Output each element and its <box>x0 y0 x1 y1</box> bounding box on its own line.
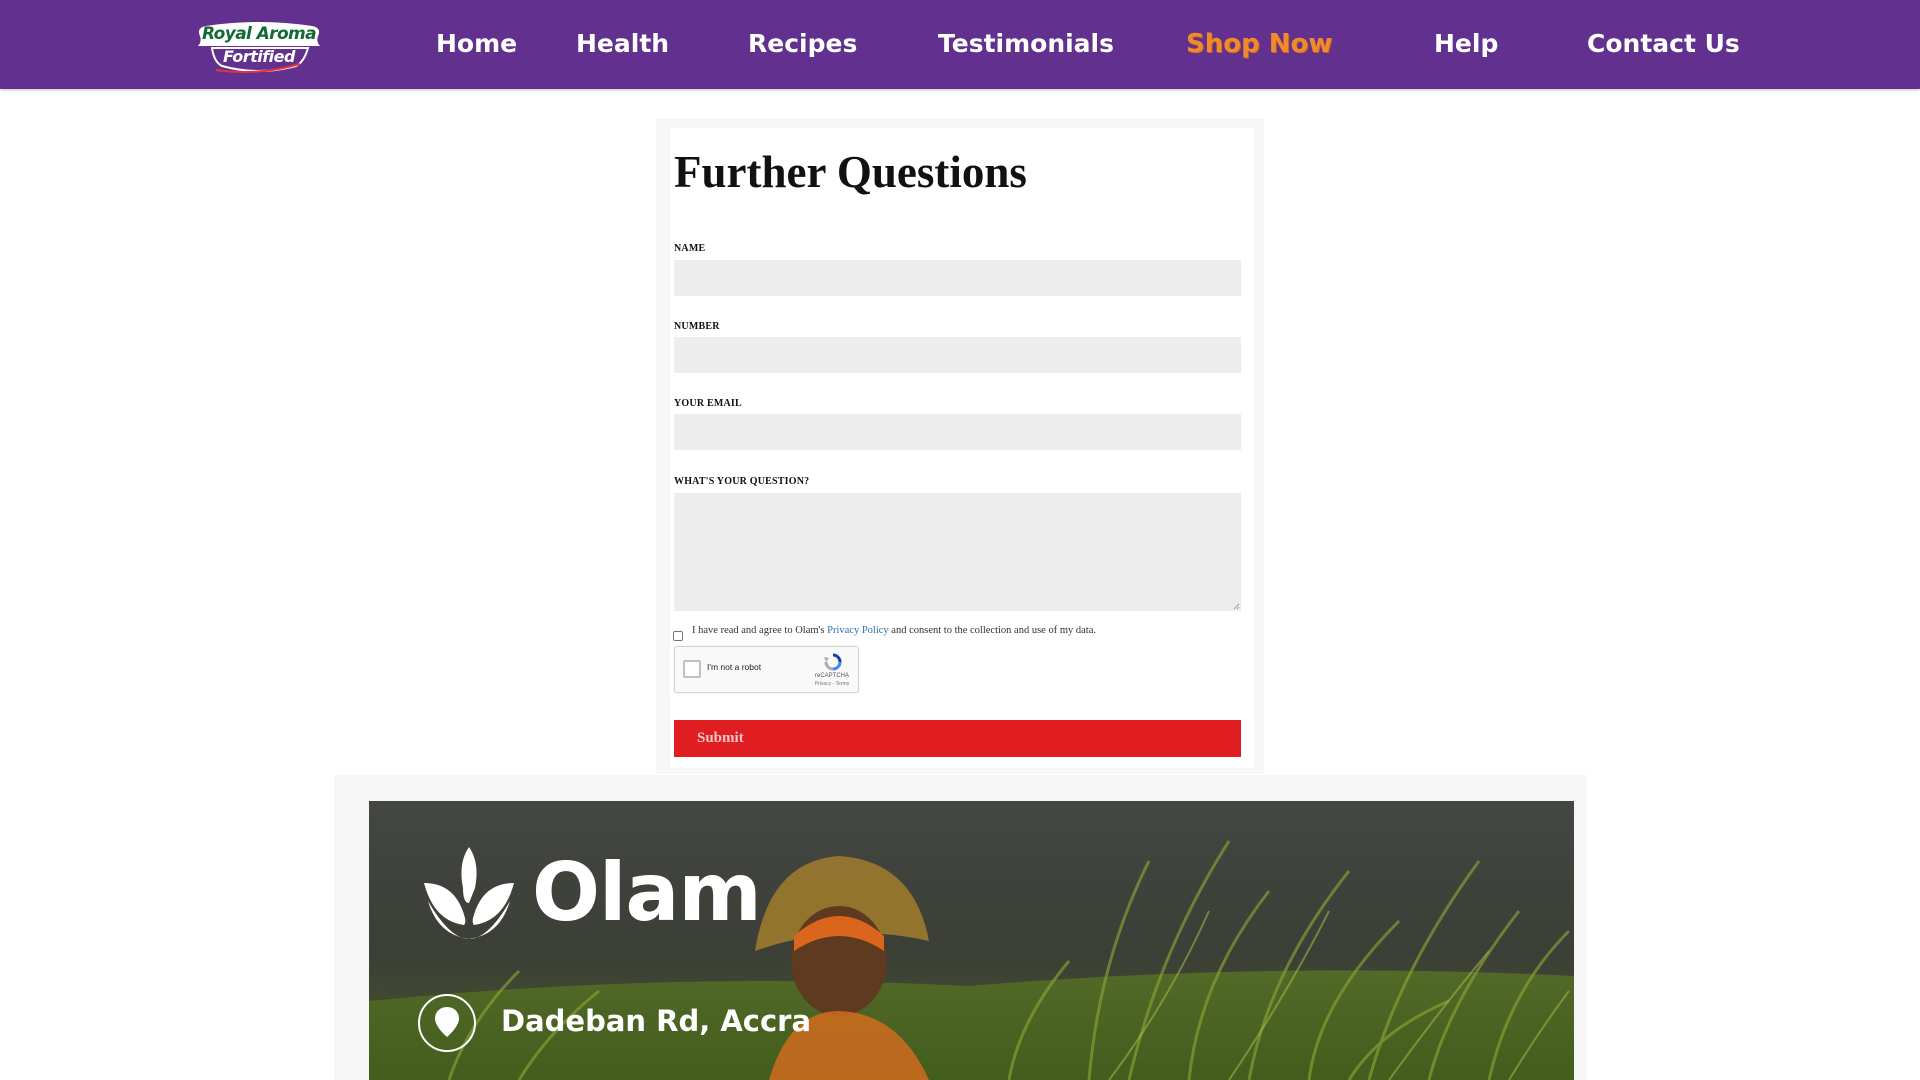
recaptcha-logo-icon <box>824 653 842 671</box>
nav-recipes[interactable]: Recipes <box>748 26 857 62</box>
email-input[interactable] <box>674 414 1241 450</box>
email-label: YOUR EMAIL <box>674 398 742 409</box>
question-textarea[interactable] <box>674 493 1241 611</box>
nav-testimonials[interactable]: Testimonials <box>938 26 1114 62</box>
olam-brand-name: Olam <box>532 846 762 939</box>
recaptcha-terms-link[interactable]: Privacy - Terms <box>807 681 857 687</box>
submit-button[interactable]: Submit <box>674 720 1241 757</box>
recaptcha-label: I'm not a robot <box>707 662 762 672</box>
logo-text-fortified: Fortified <box>223 47 295 66</box>
privacy-policy-link[interactable]: Privacy Policy <box>827 625 889 636</box>
name-input[interactable] <box>674 260 1241 296</box>
location-pin-icon <box>435 1007 459 1037</box>
logo-text-royal-aroma: Royal Aroma <box>201 24 317 44</box>
rice-field-background-image <box>369 801 1574 1080</box>
consent-text-after: and consent to the collection and use of… <box>888 625 1096 636</box>
number-input[interactable] <box>674 337 1241 373</box>
royal-aroma-logo[interactable]: Royal Aroma Fortified <box>196 20 322 74</box>
consent-checkbox[interactable] <box>673 631 683 641</box>
nav-contact-us[interactable]: Contact Us <box>1587 26 1740 62</box>
consent-text-before: I have read and agree to Olam's <box>692 625 828 636</box>
footer-address: Dadeban Rd, Accra <box>501 1004 812 1038</box>
number-label: NUMBER <box>674 321 720 332</box>
name-label: NAME <box>674 243 706 254</box>
question-label: WHAT'S YOUR QUESTION? <box>674 476 810 487</box>
recaptcha-brand: reCAPTCHA <box>814 673 849 679</box>
form-title: Further Questions <box>674 147 1027 197</box>
nav-home[interactable]: Home <box>436 26 517 62</box>
consent-text: I have read and agree to Olam's Privacy … <box>692 625 1096 636</box>
nav-health[interactable]: Health <box>576 26 669 62</box>
footer-banner <box>369 801 1574 1080</box>
recaptcha-widget: I'm not a robot reCAPTCHA Privacy - Term… <box>674 646 859 693</box>
recaptcha-checkbox[interactable] <box>683 660 701 678</box>
olam-leaf-icon <box>424 847 514 939</box>
nav-help[interactable]: Help <box>1434 26 1498 62</box>
nav-shop-now[interactable]: Shop Now <box>1186 26 1332 62</box>
top-navigation: Royal Aroma Fortified Home Health Recipe… <box>0 0 1920 89</box>
textarea-resize-handle-icon[interactable] <box>1233 603 1240 610</box>
